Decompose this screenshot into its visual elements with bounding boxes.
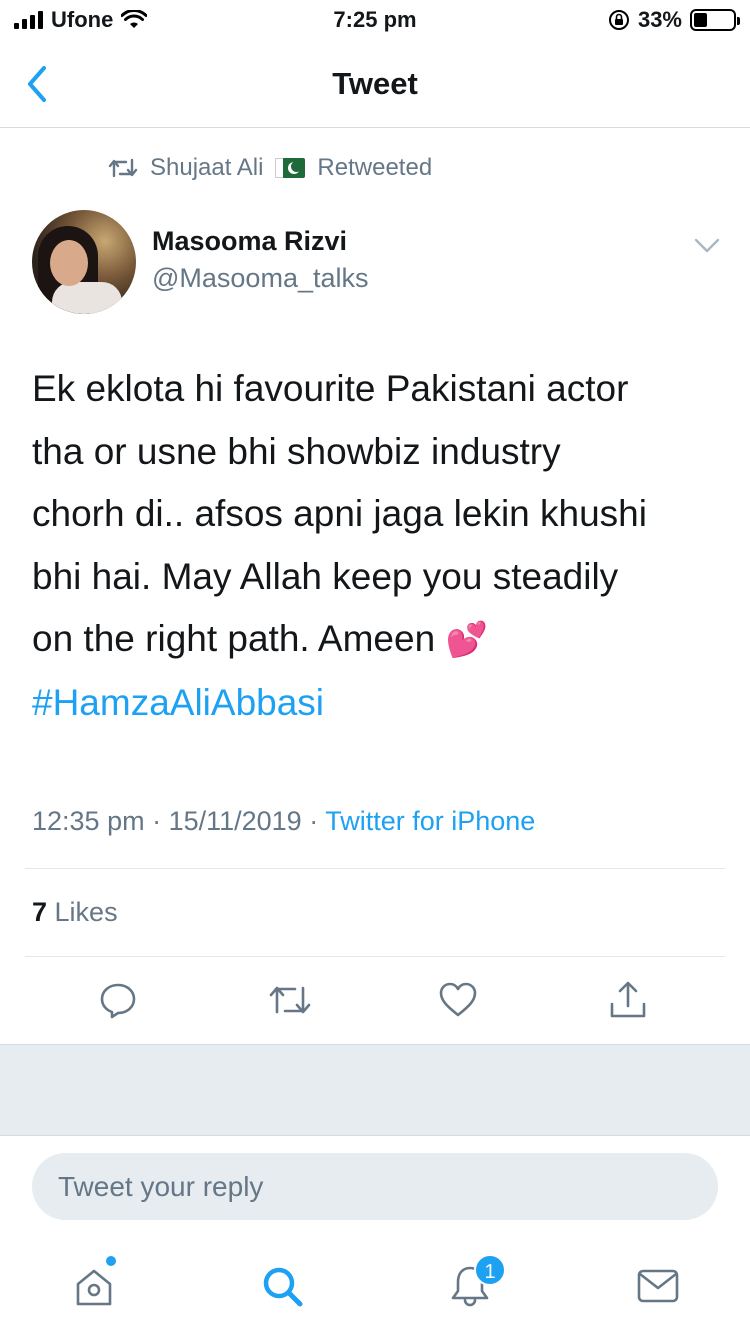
tweet-text-line: chorh di.. afsos apni jaga lekin khushi: [32, 493, 647, 534]
tweet-actions: [0, 980, 750, 1024]
tab-messages[interactable]: [634, 1262, 682, 1310]
orientation-lock-icon: [608, 10, 629, 30]
hashtag-link[interactable]: #HamzaAliAbbasi: [32, 672, 732, 735]
tab-home[interactable]: [70, 1256, 118, 1310]
avatar[interactable]: [32, 210, 136, 314]
new-tweets-dot: [106, 1256, 116, 1266]
tweet-timestamp: 12:35 pm · 15/11/2019 ·: [32, 806, 326, 836]
reply-input[interactable]: Tweet your reply: [32, 1153, 718, 1220]
likes-count[interactable]: 7 Likes: [32, 897, 118, 928]
retweet-icon: [269, 986, 311, 1014]
author-name[interactable]: Masooma Rizvi: [152, 226, 347, 257]
navigation-bar: Tweet: [0, 40, 750, 128]
author-handle[interactable]: @Masooma_talks: [152, 263, 369, 294]
retweet-context[interactable]: Shujaat Ali Retweeted: [108, 154, 432, 182]
retweet-icon: [108, 158, 138, 178]
retweeted-label: Retweeted: [317, 154, 433, 181]
notification-badge: 1: [474, 1254, 506, 1286]
page-title: Tweet: [332, 66, 418, 101]
status-bar: Ufone 7:25 pm 33%: [0, 0, 750, 40]
share-icon: [610, 981, 646, 1018]
tweet-text-line: bhi hai. May Allah keep you steadily: [32, 555, 619, 597]
battery-percent: 33%: [637, 7, 682, 32]
retweet-button[interactable]: [268, 980, 311, 1020]
home-icon: [76, 1269, 112, 1306]
tweet-text-line: Ek eklota hi favourite Pakistani actor: [32, 368, 629, 409]
tweet-options-button[interactable]: [692, 232, 722, 258]
two-hearts-emoji: 💕: [445, 620, 488, 660]
messages-icon: [637, 1269, 679, 1303]
tab-notifications[interactable]: 1: [446, 1254, 506, 1310]
tweet-text-line: tha or usne bhi showbiz industry: [32, 430, 561, 472]
share-button[interactable]: [608, 980, 648, 1020]
battery-level: [694, 13, 707, 27]
like-icon: [439, 982, 477, 1017]
pakistan-flag-icon: [275, 158, 306, 178]
divider: [25, 956, 725, 957]
tweet-text: Ek eklota hi favourite Pakistani actor th…: [32, 358, 732, 734]
likes-number: 7: [32, 897, 48, 927]
likes-label: Likes: [47, 897, 118, 927]
chevron-down-icon: [694, 238, 720, 253]
replies-area: [0, 1044, 750, 1136]
tweet-meta: 12:35 pm · 15/11/2019 · Twitter for iPho…: [32, 806, 535, 837]
tab-bar: 1: [0, 1240, 750, 1334]
like-button[interactable]: [438, 980, 478, 1020]
reply-placeholder: Tweet your reply: [58, 1171, 264, 1202]
tweet-source-link[interactable]: Twitter for iPhone: [325, 806, 535, 836]
tweet-text-line: on the right path. Ameen: [32, 618, 446, 659]
battery-icon: [690, 9, 740, 31]
divider: [25, 868, 725, 869]
retweeter-name: Shujaat Ali: [150, 154, 264, 181]
status-right: 33%: [608, 7, 740, 33]
search-icon: [263, 1267, 303, 1307]
reply-icon: [100, 983, 136, 1019]
tab-search[interactable]: [258, 1262, 306, 1310]
reply-button[interactable]: [98, 980, 138, 1020]
